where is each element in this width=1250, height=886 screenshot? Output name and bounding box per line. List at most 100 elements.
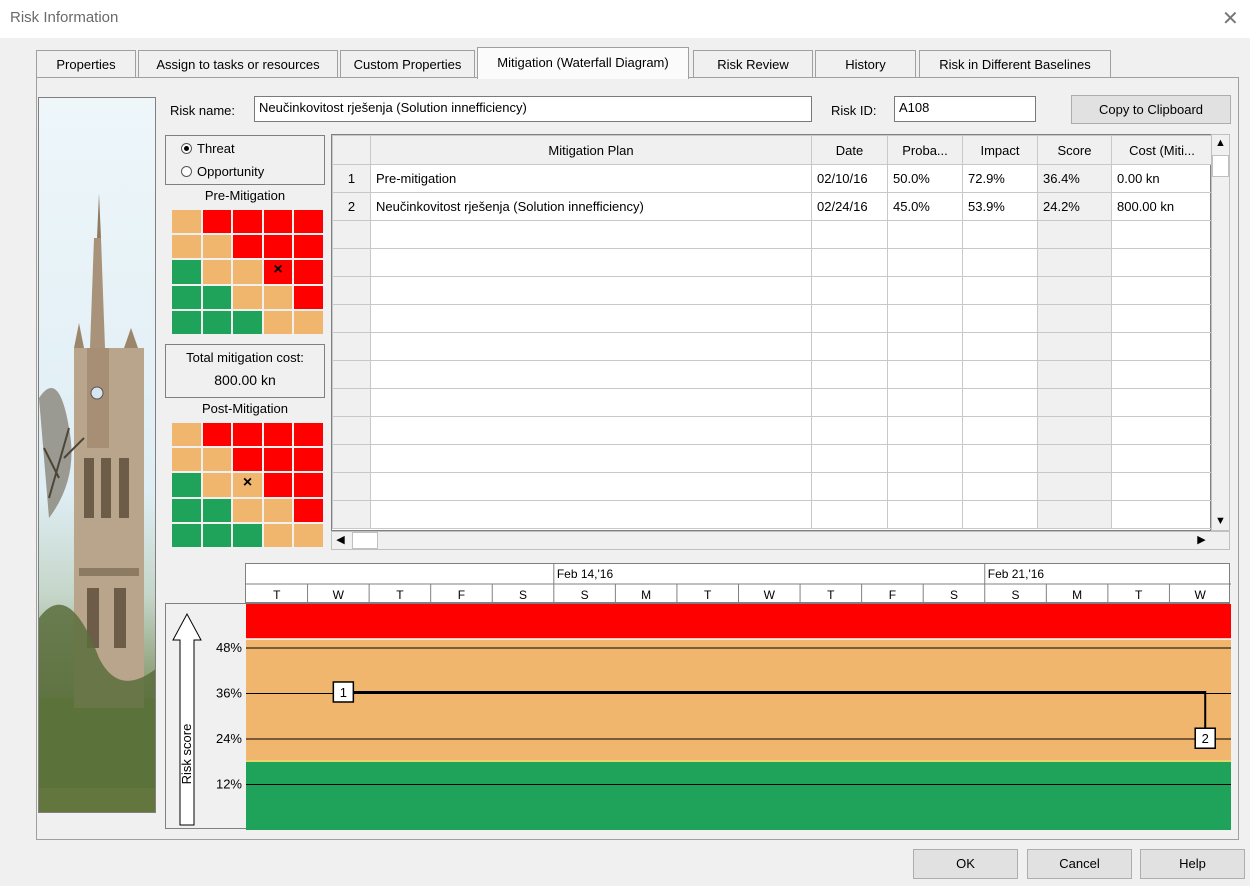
header-rownum[interactable]: [332, 135, 371, 165]
empty-row[interactable]: [332, 304, 1213, 333]
ok-button[interactable]: OK: [913, 849, 1018, 879]
empty-cell[interactable]: [1111, 388, 1213, 417]
table-vertical-scrollbar[interactable]: ▲ ▼: [1211, 134, 1230, 531]
empty-cell[interactable]: [811, 500, 888, 529]
empty-cell[interactable]: [811, 332, 888, 361]
empty-cell[interactable]: [332, 332, 371, 361]
empty-row[interactable]: [332, 276, 1213, 305]
header-mitigation-plan[interactable]: Mitigation Plan: [370, 135, 812, 165]
empty-cell[interactable]: [332, 276, 371, 305]
empty-cell[interactable]: [1037, 304, 1112, 333]
empty-cell[interactable]: [1111, 416, 1213, 445]
empty-cell[interactable]: [962, 332, 1038, 361]
empty-cell[interactable]: [370, 332, 812, 361]
empty-row[interactable]: [332, 416, 1213, 445]
empty-cell[interactable]: [887, 304, 963, 333]
empty-cell[interactable]: [887, 416, 963, 445]
empty-cell[interactable]: [1111, 220, 1213, 249]
empty-cell[interactable]: [332, 472, 371, 501]
empty-row[interactable]: [332, 248, 1213, 277]
empty-cell[interactable]: [1037, 360, 1112, 389]
empty-cell[interactable]: [962, 220, 1038, 249]
empty-cell[interactable]: [962, 360, 1038, 389]
table-horizontal-scrollbar[interactable]: ◀ ▶: [331, 531, 1230, 550]
empty-cell[interactable]: [962, 472, 1038, 501]
empty-cell[interactable]: [332, 220, 371, 249]
empty-cell[interactable]: [1037, 220, 1112, 249]
cell-probability[interactable]: 50.0%: [887, 164, 963, 193]
help-button[interactable]: Help: [1140, 849, 1245, 879]
empty-row[interactable]: [332, 388, 1213, 417]
empty-cell[interactable]: [1037, 276, 1112, 305]
empty-cell[interactable]: [1111, 444, 1213, 473]
scroll-down-icon[interactable]: ▼: [1212, 513, 1229, 530]
empty-cell[interactable]: [332, 500, 371, 529]
empty-cell[interactable]: [370, 248, 812, 277]
header-date[interactable]: Date: [811, 135, 888, 165]
empty-cell[interactable]: [1111, 500, 1213, 529]
empty-cell[interactable]: [370, 416, 812, 445]
empty-row[interactable]: [332, 360, 1213, 389]
scroll-thumb[interactable]: [1212, 155, 1229, 177]
empty-cell[interactable]: [887, 276, 963, 305]
scroll-right-icon[interactable]: ▶: [1193, 532, 1210, 549]
tab-risk-review[interactable]: Risk Review: [693, 50, 813, 78]
cell-date[interactable]: 02/10/16: [811, 164, 888, 193]
hscroll-thumb[interactable]: [352, 532, 378, 549]
tab-mitigation[interactable]: Mitigation (Waterfall Diagram): [477, 47, 689, 79]
empty-cell[interactable]: [962, 500, 1038, 529]
empty-cell[interactable]: [1111, 332, 1213, 361]
empty-cell[interactable]: [1111, 304, 1213, 333]
empty-cell[interactable]: [811, 416, 888, 445]
cell-impact[interactable]: 53.9%: [962, 192, 1038, 221]
close-icon[interactable]: ✕: [1222, 6, 1239, 31]
empty-cell[interactable]: [887, 220, 963, 249]
tab-baselines[interactable]: Risk in Different Baselines: [919, 50, 1111, 78]
empty-cell[interactable]: [887, 444, 963, 473]
opportunity-option[interactable]: Opportunity: [181, 164, 264, 179]
empty-cell[interactable]: [1037, 472, 1112, 501]
header-impact[interactable]: Impact: [962, 135, 1038, 165]
empty-cell[interactable]: [887, 500, 963, 529]
empty-cell[interactable]: [962, 416, 1038, 445]
empty-cell[interactable]: [1037, 444, 1112, 473]
tab-history[interactable]: History: [815, 50, 916, 78]
header-probability[interactable]: Proba...: [887, 135, 963, 165]
empty-cell[interactable]: [1037, 332, 1112, 361]
header-cost[interactable]: Cost (Miti...: [1111, 135, 1213, 165]
tab-custom-properties[interactable]: Custom Properties: [340, 50, 475, 78]
empty-cell[interactable]: [370, 276, 812, 305]
empty-cell[interactable]: [332, 360, 371, 389]
empty-cell[interactable]: [332, 304, 371, 333]
empty-cell[interactable]: [332, 416, 371, 445]
empty-cell[interactable]: [332, 444, 371, 473]
empty-cell[interactable]: [962, 388, 1038, 417]
empty-row[interactable]: [332, 472, 1213, 501]
table-row[interactable]: 2 Neučinkovitost rješenja (Solution inne…: [332, 192, 1213, 221]
empty-cell[interactable]: [1111, 360, 1213, 389]
cell-cost[interactable]: 0.00 kn: [1111, 164, 1213, 193]
empty-cell[interactable]: [370, 472, 812, 501]
empty-cell[interactable]: [1037, 500, 1112, 529]
empty-cell[interactable]: [887, 360, 963, 389]
empty-cell[interactable]: [370, 220, 812, 249]
cell-impact[interactable]: 72.9%: [962, 164, 1038, 193]
tab-properties[interactable]: Properties: [36, 50, 136, 78]
tab-assign[interactable]: Assign to tasks or resources: [138, 50, 338, 78]
empty-row[interactable]: [332, 332, 1213, 361]
empty-cell[interactable]: [887, 332, 963, 361]
empty-row[interactable]: [332, 444, 1213, 473]
copy-to-clipboard-button[interactable]: Copy to Clipboard: [1071, 95, 1231, 124]
threat-option[interactable]: Threat: [181, 141, 235, 156]
empty-row[interactable]: [332, 220, 1213, 249]
cancel-button[interactable]: Cancel: [1027, 849, 1132, 879]
empty-row[interactable]: [332, 500, 1213, 529]
empty-cell[interactable]: [1111, 472, 1213, 501]
empty-cell[interactable]: [1111, 248, 1213, 277]
cell-date[interactable]: 02/24/16: [811, 192, 888, 221]
header-score[interactable]: Score: [1037, 135, 1112, 165]
cell-mitigation-plan[interactable]: Neučinkovitost rješenja (Solution inneff…: [370, 192, 812, 221]
empty-cell[interactable]: [370, 360, 812, 389]
empty-cell[interactable]: [811, 472, 888, 501]
empty-cell[interactable]: [1037, 416, 1112, 445]
